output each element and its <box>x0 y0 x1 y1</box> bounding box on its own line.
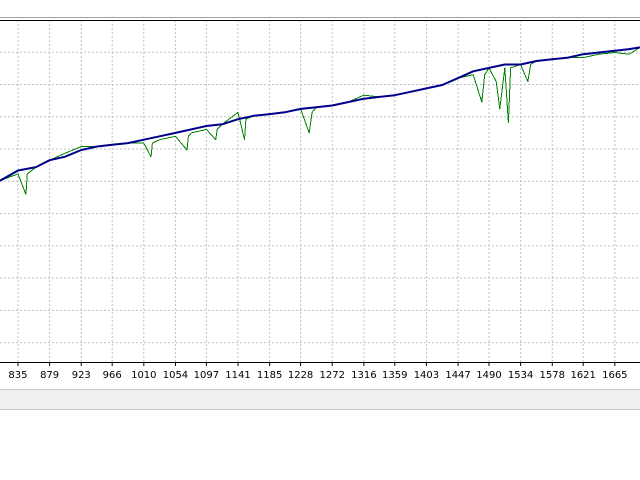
axes <box>0 20 640 363</box>
lower-panel <box>0 411 640 480</box>
x-tick-label: 1578 <box>540 370 565 381</box>
x-tick-label: 1534 <box>508 370 533 381</box>
x-tick-label: 1228 <box>288 370 313 381</box>
x-tick-label: 1272 <box>319 370 344 381</box>
x-tick-label: 1447 <box>445 370 470 381</box>
grid <box>0 20 640 362</box>
x-tick-label: 1665 <box>602 370 627 381</box>
x-tick-label: 1621 <box>570 370 595 381</box>
x-tick-label: 1097 <box>194 370 219 381</box>
x-tick-label: 1185 <box>257 370 282 381</box>
x-tick-label: 835 <box>8 370 27 381</box>
x-tick-label: 966 <box>103 370 122 381</box>
x-tick-label: 1403 <box>414 370 439 381</box>
x-tick-label: 879 <box>40 370 59 381</box>
equity-line <box>0 46 640 195</box>
top-strip <box>0 0 640 18</box>
x-ticks: 835 879 923 966 1010 1054 1097 1141 1185 1228 1272… <box>8 362 628 381</box>
x-tick-label: 1359 <box>382 370 407 381</box>
status-bar <box>0 389 640 410</box>
x-tick-label: 1490 <box>476 370 501 381</box>
x-tick-label: 923 <box>72 370 91 381</box>
chart-svg: 835 879 923 966 1010 1054 1097 1141 1185 1228 1272… <box>0 20 640 381</box>
balance-line <box>0 46 640 182</box>
x-tick-label: 1010 <box>131 370 156 381</box>
chart-area[interactable]: 835 879 923 966 1010 1054 1097 1141 1185 1228 1272… <box>0 20 640 385</box>
x-tick-label: 1316 <box>351 370 376 381</box>
series <box>0 46 640 195</box>
x-tick-label: 1141 <box>225 370 250 381</box>
x-tick-label: 1054 <box>163 370 188 381</box>
